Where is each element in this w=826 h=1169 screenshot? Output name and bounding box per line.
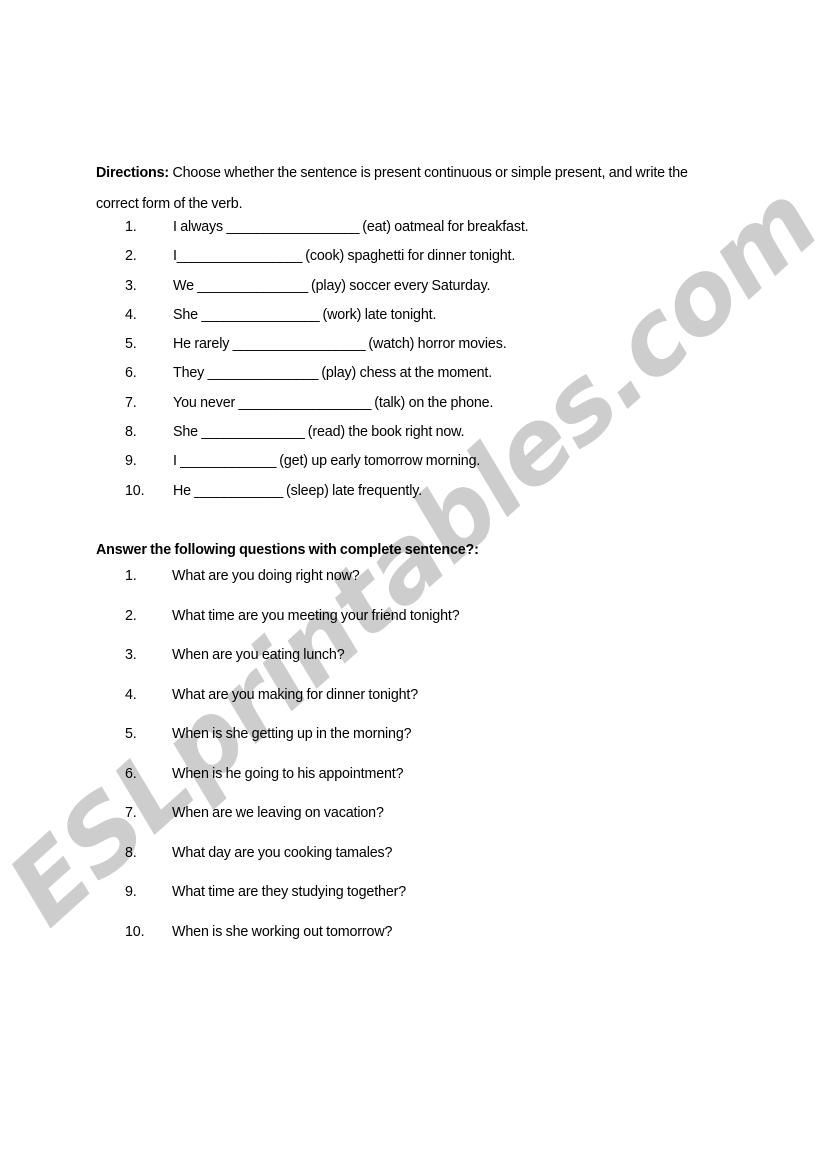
item-number: 3. (125, 277, 137, 294)
sentence-prefix: She (173, 306, 202, 323)
sentence-suffix: (get) up early tomorrow morning. (275, 453, 481, 470)
item-number: 9. (125, 453, 137, 470)
item-number: 4. (125, 306, 137, 323)
item-text: You never __________________ (talk) on t… (173, 393, 493, 413)
item-number: 10. (125, 923, 145, 940)
answer-blank[interactable]: __________________ (226, 219, 359, 235)
list-item: 1. I always __________________ (eat) oatm… (125, 217, 529, 246)
sentence-suffix: (read) the book right now. (304, 424, 465, 441)
fill-in-blank-list: 1. I always __________________ (eat) oatm… (125, 217, 529, 510)
item-number: 7. (125, 394, 137, 411)
section-heading-answer-questions: Answer the following questions with comp… (96, 542, 479, 559)
item-number: 5. (125, 336, 137, 353)
list-item: 5. When is she getting up in the morning? (125, 724, 460, 764)
question-text: When are we leaving on vacation? (172, 805, 384, 821)
sentence-prefix: We (173, 277, 198, 294)
list-item: 8. She ______________ (read) the book rig… (125, 422, 528, 451)
list-item: 7. You never __________________ (talk) on… (125, 393, 528, 422)
sentence-suffix: (talk) on the phone. (370, 394, 494, 411)
answer-blank[interactable]: _______________ (197, 278, 308, 294)
sentence-suffix: (sleep) late frequently. (282, 482, 423, 499)
question-text: When is he going to his appointment? (172, 765, 404, 782)
answer-blank[interactable]: __________________ (233, 336, 366, 352)
item-text: He rarely __________________ (watch) hor… (173, 334, 507, 354)
sentence-suffix: (play) chess at the moment. (317, 365, 493, 382)
question-text: What time are you meeting your friend to… (172, 607, 460, 624)
item-number: 5. (125, 726, 137, 742)
item-text: He ____________ (sleep) late frequently. (173, 481, 422, 501)
list-item: 9. I _____________ (get) up early tomorro… (125, 451, 528, 480)
item-text: I _____________ (get) up early tomorrow … (173, 451, 480, 471)
item-number: 6. (125, 765, 137, 782)
list-item: 1. What are you doing right now? (125, 566, 460, 606)
sentence-suffix: (cook) spaghetti for dinner tonight. (301, 248, 516, 265)
item-text: They _______________ (play) chess at the… (173, 363, 492, 383)
sentence-prefix: I always (173, 219, 227, 235)
list-item: 3. We _______________ (play) soccer every… (125, 276, 528, 305)
list-item: 10. He ____________ (sleep) late frequent… (125, 481, 528, 510)
sentence-prefix: He (173, 482, 195, 499)
answer-blank[interactable]: _______________ (208, 365, 319, 381)
list-item: 3. When are you eating lunch? (125, 645, 460, 685)
list-item: 6. They _______________ (play) chess at t… (125, 363, 528, 392)
list-item: 5. He rarely __________________ (watch) h… (125, 334, 528, 363)
list-item: 9. What time are they studying together? (125, 882, 460, 922)
answer-blank[interactable]: _________________ (177, 248, 303, 264)
item-number: 1. (125, 568, 137, 584)
answer-blank[interactable]: __________________ (239, 395, 372, 411)
item-number: 2. (125, 248, 137, 265)
sentence-prefix: She (173, 424, 202, 441)
item-text: I always __________________ (eat) oatmea… (173, 217, 529, 237)
list-item: 7. When are we leaving on vacation? (125, 803, 460, 843)
item-number: 7. (125, 805, 137, 821)
answer-blank[interactable]: ____________ (194, 483, 283, 499)
answer-blank[interactable]: ________________ (201, 307, 319, 323)
item-text: We _______________ (play) soccer every S… (173, 276, 490, 296)
item-text: I_________________ (cook) spaghetti for … (173, 246, 515, 266)
question-text: What time are they studying together? (172, 884, 407, 900)
item-number: 3. (125, 647, 137, 663)
item-number: 4. (125, 686, 137, 703)
directions-body: Choose whether the sentence is present c… (96, 165, 688, 213)
item-number: 2. (125, 607, 137, 624)
answer-blank[interactable]: _____________ (180, 453, 276, 469)
question-list: 1. What are you doing right now? 2. What t… (125, 566, 460, 961)
item-number: 8. (125, 844, 137, 861)
item-text: She ________________ (work) late tonight… (173, 305, 436, 325)
question-text: What are you making for dinner tonight? (172, 686, 419, 703)
question-text: When is she getting up in the morning? (172, 726, 412, 742)
list-item: 10. When is she working out tomorrow? (125, 922, 460, 962)
sentence-suffix: (eat) oatmeal for breakfast. (358, 219, 529, 235)
sentence-prefix: They (173, 365, 208, 382)
question-text: What are you doing right now? (172, 568, 360, 584)
directions-label: Directions: (96, 165, 170, 182)
item-number: 9. (125, 884, 137, 900)
item-number: 8. (125, 424, 137, 441)
sentence-suffix: (play) soccer every Saturday. (307, 277, 491, 294)
question-text: What day are you cooking tamales? (172, 844, 393, 861)
list-item: 2. What time are you meeting your friend … (125, 606, 460, 646)
item-number: 1. (125, 219, 137, 235)
item-text: She ______________ (read) the book right… (173, 422, 465, 442)
sentence-suffix: (watch) horror movies. (365, 336, 507, 353)
list-item: 2. I_________________ (cook) spaghetti fo… (125, 246, 528, 275)
item-number: 10. (125, 482, 145, 499)
question-text: When is she working out tomorrow? (172, 923, 393, 940)
list-item: 8. What day are you cooking tamales? (125, 843, 460, 883)
item-number: 6. (125, 365, 137, 382)
worksheet-content: Directions: Choose whether the sentence … (0, 0, 826, 1169)
sentence-prefix: You never (173, 394, 239, 411)
worksheet-page: ESLprintables.com Directions: Choose whe… (0, 0, 826, 1169)
list-item: 6. When is he going to his appointment? (125, 764, 460, 804)
sentence-prefix: He rarely (173, 336, 233, 353)
sentence-suffix: (work) late tonight. (319, 306, 437, 323)
question-text: When are you eating lunch? (172, 647, 345, 663)
directions-paragraph: Directions: Choose whether the sentence … (96, 158, 730, 220)
list-item: 4. What are you making for dinner tonight… (125, 685, 460, 725)
list-item: 4. She ________________ (work) late tonig… (125, 305, 528, 334)
answer-blank[interactable]: ______________ (201, 424, 305, 440)
